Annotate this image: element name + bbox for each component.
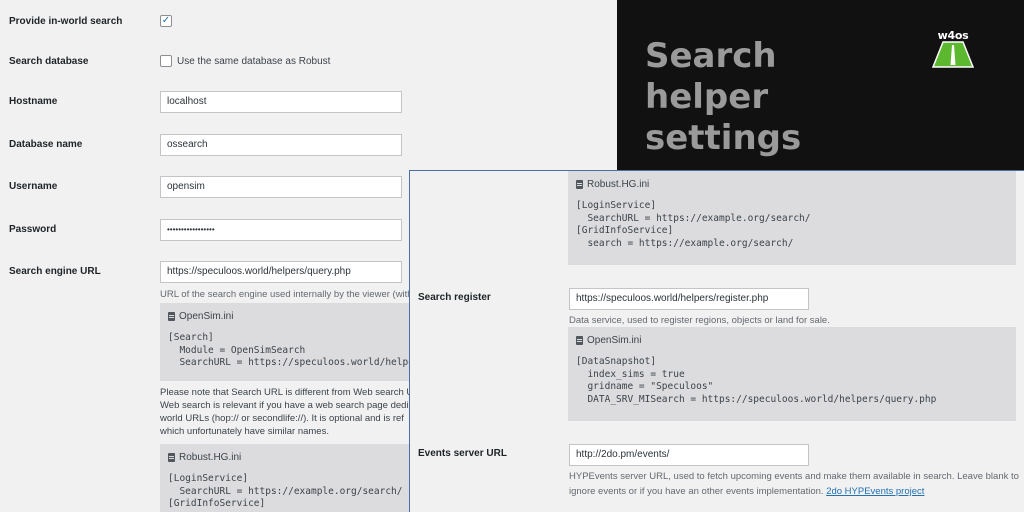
title-line: settings — [645, 118, 802, 158]
events-server-url-label: Events server URL — [418, 448, 507, 459]
events-server-url-description-2: ignore events or if you have an other ev… — [569, 485, 924, 498]
hostname-input[interactable]: localhost — [160, 91, 402, 113]
search-register-description: Data service, used to register regions, … — [569, 315, 830, 326]
settings-overlay: Robust.HG.ini [LoginService] SearchURL =… — [409, 170, 1024, 512]
snippet-filename: OpenSim.ini — [179, 311, 234, 322]
opensim-ini-snippet: OpenSim.ini [DataSnapshot] index_sims = … — [568, 327, 1016, 421]
note-line-3: world URLs (hop:// or secondlife://). It… — [160, 413, 404, 424]
events-server-url-input[interactable]: http://2do.pm/events/ — [569, 444, 809, 466]
search-engine-url-input[interactable]: https://speculoos.world/helpers/query.ph… — [160, 261, 402, 283]
file-icon — [168, 312, 175, 321]
w4os-logo: w4os — [931, 29, 975, 69]
password-input[interactable]: ••••••••••••••••• — [160, 219, 402, 241]
title-line: helper — [645, 77, 769, 117]
snippet-code: [LoginService] SearchURL = https://examp… — [576, 200, 811, 249]
search-register-input[interactable]: https://speculoos.world/helpers/register… — [569, 288, 809, 310]
snippet-filename: Robust.HG.ini — [179, 452, 242, 463]
snippet-filename: Robust.HG.ini — [587, 179, 650, 190]
note-line-4: which unfortunately have similar names. — [160, 426, 329, 437]
search-register-label: Search register — [418, 292, 491, 303]
page-title: Search helper settings — [645, 36, 801, 159]
robust-ini-snippet: Robust.HG.ini [LoginService] SearchURL =… — [568, 171, 1016, 265]
search-engine-url-label: Search engine URL — [9, 266, 101, 277]
note-line-2: Web search is relevant if you have a web… — [160, 400, 414, 411]
provide-search-label: Provide in-world search — [9, 16, 123, 27]
file-icon — [168, 453, 175, 462]
hypevents-project-link[interactable]: 2do HYPEvents project — [826, 486, 924, 497]
snippet-filename: OpenSim.ini — [587, 335, 642, 346]
events-server-url-description: HYPEvents server URL, used to fetch upco… — [569, 471, 1019, 482]
file-icon — [576, 180, 583, 189]
events-description-text: ignore events or if you have an other ev… — [569, 486, 824, 497]
username-label: Username — [9, 181, 58, 192]
search-database-label: Search database — [9, 56, 89, 67]
database-name-label: Database name — [9, 139, 83, 150]
password-label: Password — [9, 224, 57, 235]
database-name-input[interactable]: ossearch — [160, 134, 402, 156]
same-database-checkbox-label[interactable]: Use the same database as Robust — [177, 56, 330, 67]
provide-search-checkbox[interactable]: ✓ — [160, 15, 172, 27]
hostname-label: Hostname — [9, 96, 58, 107]
road-icon — [931, 41, 975, 68]
snippet-code: [DataSnapshot] index_sims = true gridnam… — [576, 356, 937, 405]
note-line-1: Please note that Search URL is different… — [160, 387, 414, 398]
username-input[interactable]: opensim — [160, 176, 402, 198]
same-database-checkbox[interactable] — [160, 55, 172, 67]
search-engine-url-description: URL of the search engine used internally… — [160, 289, 413, 300]
title-line: Search — [645, 36, 777, 76]
file-icon — [576, 336, 583, 345]
